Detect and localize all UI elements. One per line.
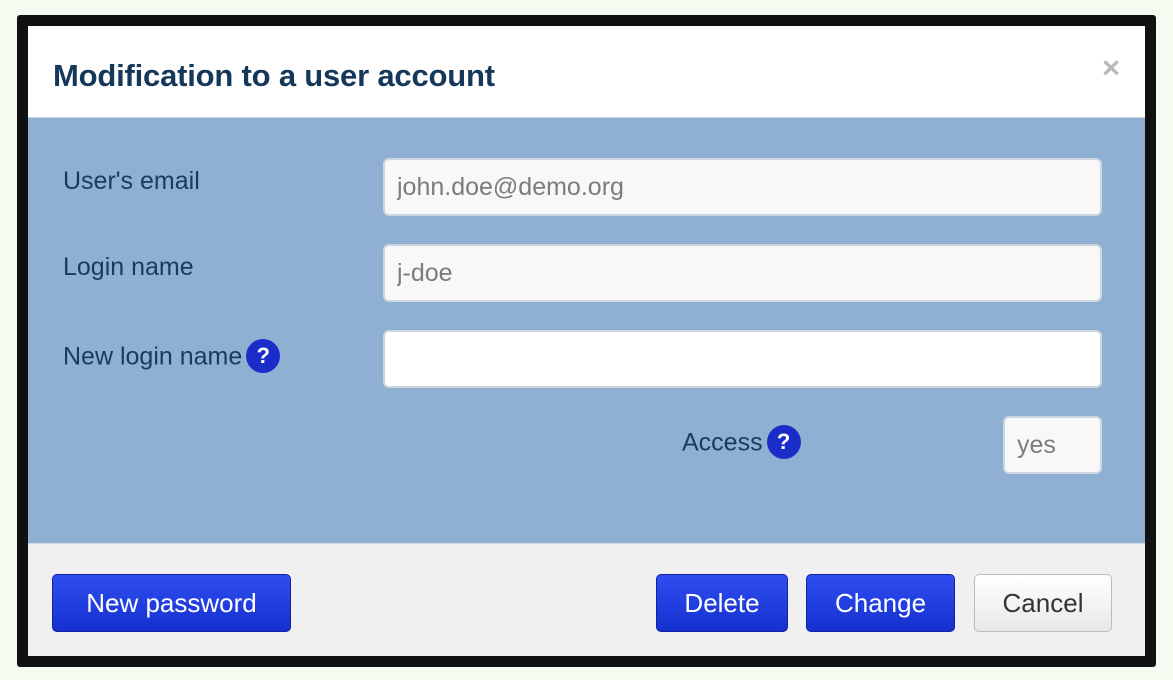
access-label: Access? — [682, 425, 801, 461]
email-field[interactable] — [383, 158, 1102, 216]
login-name-field[interactable] — [383, 244, 1102, 302]
delete-button[interactable]: Delete — [656, 574, 788, 632]
email-label-text: User's email — [63, 167, 200, 195]
change-button[interactable]: Change — [806, 574, 955, 632]
login-name-label: Login name — [63, 255, 194, 280]
cancel-button[interactable]: Cancel — [974, 574, 1112, 632]
access-field[interactable] — [1003, 416, 1102, 474]
new-login-name-label: New login name? — [63, 339, 281, 375]
access-label-text: Access — [682, 428, 763, 457]
email-label: User's email — [63, 169, 200, 194]
new-login-name-label-text: New login name — [63, 342, 243, 371]
question-mark-icon[interactable]: ? — [246, 339, 281, 373]
modal-title: Modification to a user account — [53, 58, 495, 93]
modal-body: User's email Login name New login name? … — [28, 118, 1145, 543]
question-mark-icon[interactable]: ? — [766, 425, 801, 459]
modal-footer: New password Delete Change Cancel — [28, 543, 1145, 656]
modal-header: Modification to a user account × — [28, 26, 1145, 118]
login-name-label-text: Login name — [63, 253, 194, 281]
new-password-button[interactable]: New password — [52, 574, 291, 632]
modal-dialog: Modification to a user account × User's … — [17, 15, 1156, 667]
new-login-name-field[interactable] — [383, 330, 1102, 388]
close-icon[interactable]: × — [1095, 52, 1127, 84]
